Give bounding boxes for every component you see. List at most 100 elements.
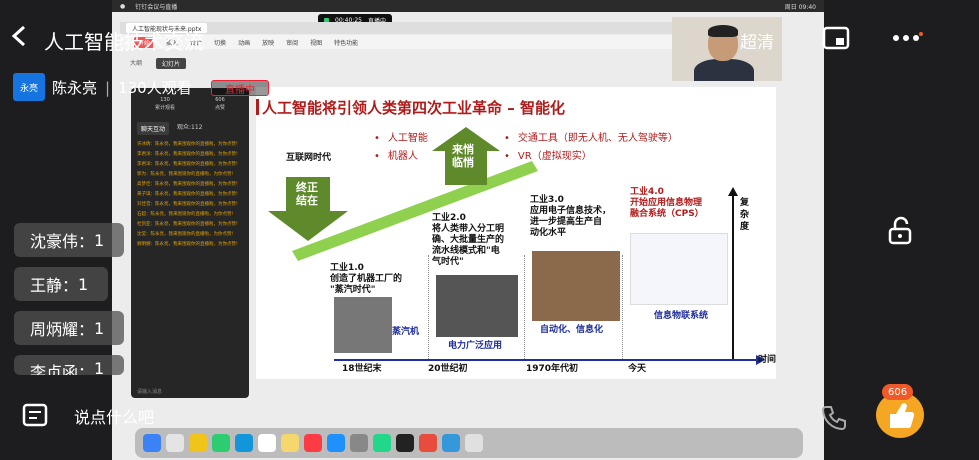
host-avatar[interactable]: 永亮 (13, 73, 45, 101)
app-name: 钉钉会议与直播 (135, 3, 178, 11)
era-18c: 18世纪末 (342, 364, 382, 374)
calendar-icon[interactable] (258, 434, 276, 452)
slide: 人工智能将引领人类第四次工业革命 – 智能化 人工智能 机器人 交通工具（即无人… (256, 87, 776, 379)
live-badge-text: 直播中 (225, 84, 255, 96)
pycharm-icon[interactable] (373, 434, 391, 452)
tick-1 (428, 255, 429, 359)
trash-icon[interactable] (465, 434, 483, 452)
rank-count: 1 (94, 318, 105, 338)
live-badge: 直播中 (211, 80, 269, 96)
mac-menubar: ● 钉钉会议与直播 周日 09:40 (112, 0, 824, 12)
chat-message: 杜凯亚：陈永亮，我来围观你的直播啦，为你点赞! (137, 222, 238, 227)
rank-name: 李贞函 (30, 363, 79, 375)
chat-message: 顾明娜：陈永亮，我来围观你的直播啦，为你点赞! (137, 242, 238, 247)
industry-2-text: 工业2.0 将人类带入分工明 确、大批量生产的 流水线模式和"电 气时代" (432, 213, 505, 267)
panel-input[interactable]: 请输入消息 (137, 388, 162, 395)
panel-tabs: 聊天互动 观众:112 (131, 114, 249, 139)
steam-engine-image (334, 297, 392, 353)
robot-arm-image (532, 251, 620, 321)
chat-message: 黄子琪：陈永亮，我来围观你的直播啦，为你点赞! (137, 192, 238, 197)
rank-name: 沈豪伟 (30, 232, 79, 251)
wps-icon[interactable] (419, 434, 437, 452)
outline-tab[interactable]: 大纲 (130, 58, 142, 69)
finder-icon[interactable] (143, 434, 161, 452)
rank-item: 周炳耀： 1 (14, 311, 124, 345)
chat-message: 郭为：陈永亮，我来围观你的直播啦，为你点赞! (137, 172, 234, 177)
caption-cps: 信息物联系统 (654, 311, 709, 321)
caption-electric: 电力广泛应用 (448, 341, 503, 351)
tick-3 (622, 255, 623, 359)
ribbon-tab-animation[interactable]: 动画 (238, 38, 250, 47)
mac-dock (135, 428, 803, 458)
x-axis (334, 359, 758, 361)
ribbon-tab-slideshow[interactable]: 放映 (262, 38, 274, 47)
chat-list-icon[interactable] (22, 403, 50, 429)
appstore-icon[interactable] (327, 434, 345, 452)
industry-3-text: 工业3.0 应用电子信息技术， 进一步提高生产自 动化水平 (530, 195, 612, 238)
ppt-ribbon: 开始 插入 设计 切换 动画 放映 审阅 视图 特色功能 (120, 35, 680, 49)
back-icon[interactable] (8, 24, 30, 48)
host-hair (708, 25, 738, 37)
clock: 周日 09:40 (784, 3, 816, 11)
ribbon-tab-features[interactable]: 特色功能 (334, 38, 358, 47)
host-body (694, 59, 754, 81)
wechat-icon[interactable] (212, 434, 230, 452)
pip-icon[interactable] (822, 26, 850, 52)
industry-1-text: 工业1.0 创造了机器工厂的 "蒸汽时代" (330, 263, 403, 295)
host-info: 陈永亮 | 130人观看 (52, 79, 192, 97)
call-icon[interactable] (820, 404, 848, 430)
ribbon-tab-transition[interactable]: 切换 (214, 38, 226, 47)
rank-item: 李贞函： 1 (14, 355, 124, 375)
launchpad-icon[interactable] (166, 434, 184, 452)
tab-chat[interactable]: 聊天互动 (137, 122, 170, 135)
chat-message: 沈莹：陈永亮，我来围观你的直播啦，为你点赞! (137, 232, 234, 237)
slides-tab[interactable]: 幻灯片 (156, 58, 187, 69)
rank-item: 王静： 1 (14, 267, 108, 301)
rank-item: 沈豪伟： 1 (14, 223, 124, 257)
terminal-icon[interactable] (396, 434, 414, 452)
page-title: 人工智能技术交流 (44, 30, 204, 54)
live-stream-screen: ● 钉钉会议与直播 周日 09:40 00:40:25 直播中 人工智能现状与未… (0, 0, 979, 460)
ribbon-tab-review[interactable]: 审阅 (286, 38, 298, 47)
rank-name: 周炳耀 (30, 320, 79, 339)
chat-messages: 许冰倩：陈永亮，我来围观你的直播啦，为你点赞! 李君洋：陈永亮，我来围观你的直播… (131, 139, 249, 253)
end-label: 终正 结在 (296, 181, 318, 207)
industry-4-text: 工业4.0 开始应用信息物理 融合系统（CPS） (630, 187, 704, 219)
view-switch: 大纲 幻灯片 (130, 58, 187, 69)
viewer-count: 130人观看 (118, 79, 192, 97)
notes-icon[interactable] (281, 434, 299, 452)
comment-input[interactable]: 说点什么吧 (74, 404, 154, 428)
music-icon[interactable] (304, 434, 322, 452)
rank-count: 1 (94, 359, 105, 375)
settings-icon[interactable] (350, 434, 368, 452)
more-icon[interactable] (892, 32, 924, 44)
tab-audience[interactable]: 观众:112 (177, 122, 202, 135)
era-20c: 20世纪初 (428, 364, 468, 374)
rise-label: 来悄 临悄 (452, 143, 474, 169)
stat-likes-value: 606 (215, 97, 225, 103)
rank-name: 王静 (30, 276, 63, 295)
stat-views-label: 累计观看 (154, 105, 175, 111)
quality-button[interactable]: 超清 (740, 28, 774, 53)
chat-message: 许冰倩：陈永亮，我来围观你的直播啦，为你点赞! (137, 142, 238, 147)
host-name: 陈永亮 (52, 79, 98, 97)
chat-message: 石超：陈永亮，我来围观你的直播啦，为你点赞! (137, 212, 234, 217)
y-axis-arrow (728, 187, 738, 196)
caption-automation: 自动化、信息化 (540, 325, 604, 335)
stat-likes-label: 点赞 (214, 105, 225, 111)
like-count: 606 (882, 384, 914, 400)
chrome-icon[interactable] (189, 434, 207, 452)
ppt-tabbar: 人工智能现状与未来.pptx (120, 22, 720, 34)
y-axis (732, 195, 734, 361)
era-1970: 1970年代初 (526, 364, 579, 374)
app-icon[interactable] (442, 434, 460, 452)
live-control-panel: 130 累计观看 606 点赞 聊天互动 观众:112 许冰倩：陈永亮，我来围观你的… (131, 88, 249, 398)
tick-2 (524, 255, 525, 359)
unlock-icon[interactable] (886, 216, 914, 246)
ribbon-tab-view[interactable]: 视图 (310, 38, 322, 47)
x-axis-label: 时间 (758, 355, 777, 365)
caption-steam: 蒸汽机 (392, 327, 420, 337)
era-today: 今天 (628, 364, 647, 374)
dingtalk-icon[interactable] (235, 434, 253, 452)
y-axis-label: 复 杂 度 (740, 198, 750, 232)
